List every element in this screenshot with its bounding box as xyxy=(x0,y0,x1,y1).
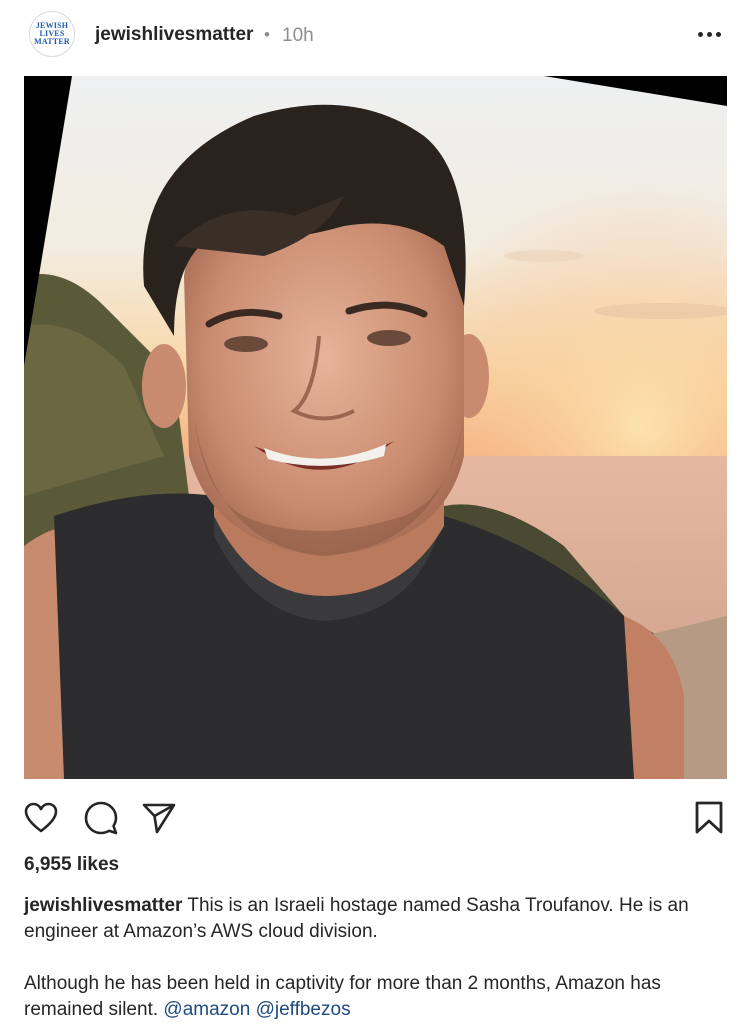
caption-paragraph-1: jewishlivesmatter This is an Israeli hos… xyxy=(24,893,714,945)
avatar[interactable]: JEWISH LIVES MATTER xyxy=(29,11,75,57)
more-options-icon[interactable] xyxy=(692,20,726,48)
time-separator: • xyxy=(264,25,270,44)
post-header: JEWISH LIVES MATTER jewishlivesmatter • … xyxy=(0,0,741,74)
post-caption: jewishlivesmatter This is an Israeli hos… xyxy=(24,893,714,1023)
mention-jeffbezos[interactable]: @jeffbezos xyxy=(256,999,351,1020)
caption-username[interactable]: jewishlivesmatter xyxy=(24,895,182,916)
likes-count[interactable]: 6,955 likes xyxy=(24,854,119,876)
post-username[interactable]: jewishlivesmatter xyxy=(95,24,253,46)
post-time: 10h xyxy=(282,25,314,46)
mention-amazon[interactable]: @amazon xyxy=(163,999,250,1020)
avatar-logo-text: JEWISH LIVES MATTER xyxy=(34,21,70,46)
send-icon[interactable] xyxy=(139,798,179,838)
comment-icon[interactable] xyxy=(81,798,121,838)
post-photo[interactable] xyxy=(24,76,727,779)
heart-icon[interactable] xyxy=(21,798,61,838)
post-actions xyxy=(0,790,741,850)
caption-paragraph-2: Although he has been held in captivity f… xyxy=(24,971,714,1023)
bookmark-icon[interactable] xyxy=(689,798,729,838)
